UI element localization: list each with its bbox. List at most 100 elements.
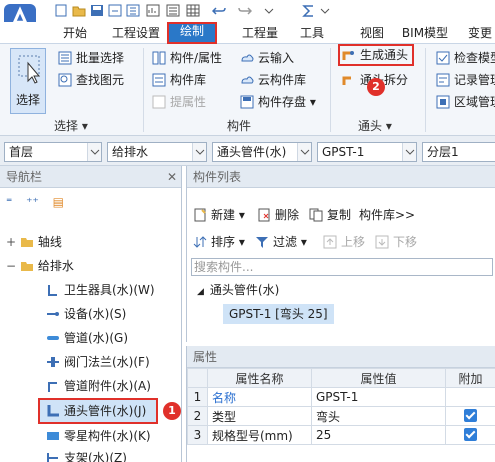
open-folder-icon[interactable] bbox=[72, 4, 86, 17]
tree-node-water[interactable]: − 给排水 bbox=[6, 256, 74, 276]
layer-select[interactable]: 分层1 bbox=[422, 142, 495, 162]
move-down-button[interactable]: 下移 bbox=[375, 233, 417, 251]
cloud-input-button[interactable]: 云输入 bbox=[240, 48, 294, 68]
tree-item-label: 零星构件(水)(K) bbox=[64, 429, 151, 443]
prop-value[interactable]: GPST-1 bbox=[311, 387, 446, 407]
tree-item-pipe-accessory[interactable]: 管道附件(水)(A) bbox=[46, 376, 151, 396]
col-value: 属性值 bbox=[311, 368, 446, 388]
library-button[interactable]: 构件库>> bbox=[359, 206, 415, 224]
checkbox-checked-icon[interactable] bbox=[464, 409, 477, 422]
record-manage-button[interactable]: 记录管理 bbox=[436, 70, 495, 90]
find-element-button[interactable]: 查找图元 bbox=[58, 70, 124, 90]
tree-item-fitting[interactable]: 通头管件(水)(J) bbox=[38, 398, 158, 424]
options-icon[interactable] bbox=[166, 4, 180, 17]
minus-icon[interactable]: − bbox=[6, 256, 16, 276]
select-button[interactable]: 选择 bbox=[10, 48, 46, 114]
pipe-icon bbox=[47, 336, 59, 340]
tree-item-pipe[interactable]: 管道(水)(G) bbox=[46, 328, 128, 348]
tab-quantity[interactable]: 工程量 bbox=[236, 24, 284, 44]
move-up-button[interactable]: 上移 bbox=[323, 233, 365, 251]
ribbon-separator bbox=[425, 48, 426, 132]
plus-icon[interactable]: + bbox=[6, 232, 16, 252]
sanitary-fixture-icon bbox=[48, 285, 57, 296]
sort-button[interactable]: 排序 ▾ bbox=[193, 233, 245, 251]
triangle-down-icon[interactable]: ◢ bbox=[197, 287, 204, 297]
equipment-icon bbox=[47, 312, 59, 316]
component-select[interactable]: GPST-1 bbox=[317, 142, 417, 162]
support-icon bbox=[47, 453, 58, 462]
component-search-input[interactable]: 搜索构件... bbox=[191, 258, 493, 276]
tab-draw[interactable]: 绘制 bbox=[167, 22, 217, 44]
prop-name: 名称 bbox=[207, 387, 312, 407]
list-group-label: 通头管件(水) bbox=[209, 283, 280, 297]
area-manage-button[interactable]: 区域管理 bbox=[436, 92, 495, 112]
check-model-icon bbox=[436, 51, 450, 65]
component-attr-button[interactable]: 构件/属性 bbox=[152, 48, 222, 68]
folder-icon bbox=[20, 238, 33, 247]
component-attr-icon bbox=[152, 51, 166, 65]
extract-attr-button[interactable]: 提属性 bbox=[152, 92, 206, 112]
tab-view[interactable]: 视图 bbox=[356, 24, 388, 44]
tree-item-misc[interactable]: 零星构件(水)(K) bbox=[46, 426, 151, 446]
report-icon[interactable] bbox=[146, 4, 160, 17]
check-model-button[interactable]: 检查模型 bbox=[436, 48, 495, 68]
nav-toolbar: ⁼ ⁺⁺ ▤ bbox=[6, 192, 64, 212]
prop-value[interactable]: 弯头 bbox=[311, 406, 446, 426]
generate-fitting-button[interactable]: 生成通头 bbox=[342, 45, 408, 65]
cloud-lib-button[interactable]: 云构件库 bbox=[240, 70, 306, 90]
new-file-icon[interactable] bbox=[54, 4, 68, 17]
floor-select[interactable]: 首层 bbox=[4, 142, 102, 162]
check-model-label: 检查模型 bbox=[454, 51, 495, 65]
chevron-down-icon[interactable] bbox=[262, 4, 276, 17]
tab-change[interactable]: 变更 bbox=[464, 24, 495, 44]
list-item-gpst1[interactable]: GPST-1 [弯头 25] bbox=[223, 304, 334, 324]
filter-button[interactable]: 过滤 ▾ bbox=[255, 233, 307, 251]
generate-fitting-icon bbox=[342, 51, 354, 60]
prop-extra[interactable] bbox=[445, 425, 495, 445]
ribbon-separator bbox=[143, 48, 144, 132]
copy-label: 复制 bbox=[327, 208, 352, 222]
expand-all-icon[interactable]: ⁺⁺ bbox=[26, 195, 39, 209]
prop-extra[interactable] bbox=[445, 406, 495, 426]
tab-project-settings[interactable]: 工程设置 bbox=[108, 24, 164, 44]
grid-icon[interactable] bbox=[186, 4, 200, 17]
component-lib-button[interactable]: 构件库 bbox=[152, 70, 206, 90]
undo-history-icon[interactable] bbox=[108, 4, 122, 17]
type-select[interactable]: 通头管件(水) bbox=[212, 142, 312, 162]
redo-icon[interactable] bbox=[238, 4, 252, 17]
tree-item-support[interactable]: 支架(水)(Z) bbox=[46, 448, 127, 462]
tree-item-sanitary[interactable]: 卫生器具(水)(W) bbox=[46, 280, 155, 300]
prop-value[interactable]: 25 bbox=[311, 425, 446, 445]
area-manage-label: 区域管理 bbox=[454, 95, 495, 109]
tree-node-axis[interactable]: + 轴线 bbox=[6, 232, 62, 252]
batch-select-button[interactable]: 批量选择 bbox=[58, 48, 124, 68]
new-button[interactable]: 新建 ▾ bbox=[193, 206, 245, 224]
copy-button[interactable]: 复制 bbox=[309, 206, 351, 224]
type-value: 通头管件(水) bbox=[217, 145, 287, 159]
sum-icon[interactable] bbox=[302, 4, 316, 17]
edit-nav-icon[interactable]: ▤ bbox=[53, 195, 64, 209]
discipline-select[interactable]: 给排水 bbox=[107, 142, 207, 162]
chevron-down-icon bbox=[192, 143, 206, 161]
component-save-button[interactable]: 构件存盘 ▾ bbox=[240, 92, 316, 112]
collapse-all-icon[interactable]: ⁼ bbox=[6, 195, 12, 209]
tab-bim-model[interactable]: BIM模型 bbox=[398, 24, 452, 44]
properties-header-row: 属性名称 属性值 附加 bbox=[187, 368, 495, 388]
calc-icon[interactable] bbox=[126, 4, 140, 17]
undo-icon[interactable] bbox=[212, 4, 226, 17]
tree-item-valve[interactable]: 阀门法兰(水)(F) bbox=[46, 352, 150, 372]
delete-button[interactable]: 删除 bbox=[257, 206, 299, 224]
tab-start[interactable]: 开始 bbox=[58, 24, 92, 44]
prop-name: 规格型号(mm) bbox=[207, 425, 312, 445]
list-group-fitting[interactable]: ◢ 通头管件(水) bbox=[197, 280, 279, 300]
record-manage-label: 记录管理 bbox=[454, 73, 495, 87]
tree-item-equipment[interactable]: 设备(水)(S) bbox=[46, 304, 126, 324]
tab-tools[interactable]: 工具 bbox=[296, 24, 328, 44]
close-icon[interactable]: ✕ bbox=[167, 166, 177, 188]
save-icon[interactable] bbox=[90, 4, 104, 17]
water-label: 给排水 bbox=[37, 259, 74, 273]
checkbox-checked-icon[interactable] bbox=[464, 428, 477, 441]
chevron-down-icon[interactable] bbox=[318, 4, 332, 17]
elbow-fitting-icon bbox=[47, 405, 59, 417]
floor-value: 首层 bbox=[9, 145, 34, 159]
